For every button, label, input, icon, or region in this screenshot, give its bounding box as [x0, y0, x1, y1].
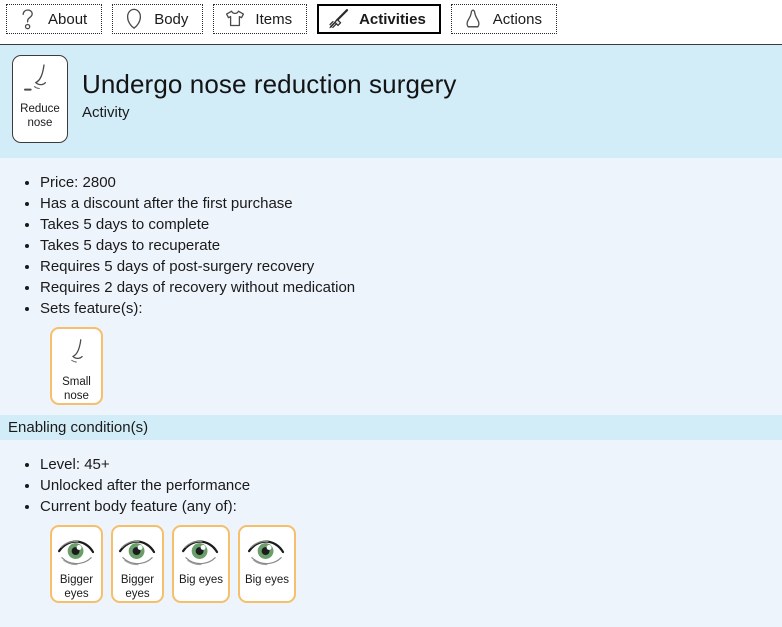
list-item: Unlocked after the performance — [40, 475, 782, 496]
feature-card-caption: Bigger eyes — [119, 573, 156, 601]
feature-card-caption: Big eyes — [243, 573, 291, 587]
entity-header: Reduce nose Undergo nose reduction surge… — [0, 45, 782, 158]
list-item: Has a discount after the first purchase — [40, 193, 782, 214]
nose-profile-icon — [58, 333, 96, 375]
caption-line-2: nose — [64, 390, 89, 402]
feature-card-caption: Bigger eyes — [58, 573, 95, 601]
list-item: Requires 5 days of post-surgery recovery — [40, 256, 782, 277]
entity-icon-card-caption: Reduce nose — [18, 103, 62, 130]
list-item: Level: 45+ — [40, 454, 782, 475]
nose-profile-icon — [20, 59, 60, 103]
tab-activities[interactable]: Activities — [317, 4, 441, 34]
list-item: Sets feature(s): — [40, 298, 782, 319]
tab-actions[interactable]: Actions — [450, 4, 557, 34]
question-mark-icon — [17, 7, 39, 31]
tab-items[interactable]: Items — [213, 4, 308, 34]
caption-line-2: eyes — [125, 588, 150, 600]
set-features-row: Small nose — [0, 319, 782, 405]
feature-card-bigger-eyes-2[interactable]: Bigger eyes — [111, 525, 164, 603]
body-features-row: Bigger eyes Bigger eyes Big eyes Big eye… — [0, 517, 782, 603]
details-section: Price: 2800 Has a discount after the fir… — [0, 158, 782, 415]
bell-jar-icon — [462, 7, 484, 31]
list-item: Current body feature (any of): — [40, 496, 782, 517]
head-outline-icon — [123, 7, 145, 31]
feature-card-bigger-eyes-1[interactable]: Bigger eyes — [50, 525, 103, 603]
tab-body-label: Body — [154, 10, 189, 28]
caption-line-1: Reduce — [20, 103, 60, 115]
list-item: Requires 2 days of recovery without medi… — [40, 277, 782, 298]
header-text-block: Undergo nose reduction surgery Activity — [82, 55, 456, 121]
syringe-icon — [328, 7, 350, 31]
tshirt-icon — [224, 7, 246, 31]
tab-activities-label: Activities — [359, 10, 426, 28]
tab-body[interactable]: Body — [112, 4, 204, 34]
caption-line-1: Small — [62, 376, 91, 388]
caption-line-1: Big eyes — [244, 574, 290, 586]
feature-card-big-eyes-2[interactable]: Big eyes — [238, 525, 296, 603]
tab-actions-label: Actions — [492, 10, 542, 28]
eye-icon — [56, 531, 98, 573]
tab-about[interactable]: About — [6, 4, 103, 34]
entity-icon-card[interactable]: Reduce nose — [12, 55, 68, 143]
eye-icon — [117, 531, 159, 573]
conditions-list: Level: 45+ Unlocked after the performanc… — [0, 440, 782, 517]
caption-line-1: Big eyes — [178, 574, 224, 586]
caption-line-1: Bigger — [59, 574, 94, 586]
eye-icon — [180, 531, 222, 573]
facts-list: Price: 2800 Has a discount after the fir… — [0, 158, 782, 319]
feature-card-caption: Small nose — [60, 375, 93, 403]
feature-card-caption: Big eyes — [177, 573, 225, 587]
feature-card-small-nose[interactable]: Small nose — [50, 327, 103, 405]
caption-line-1: Bigger — [120, 574, 155, 586]
enabling-conditions-section: Level: 45+ Unlocked after the performanc… — [0, 440, 782, 603]
eye-icon — [246, 531, 288, 573]
list-item: Takes 5 days to recuperate — [40, 235, 782, 256]
feature-card-big-eyes-1[interactable]: Big eyes — [172, 525, 230, 603]
tab-bar: About Body Items Activities Actions — [0, 0, 782, 45]
page-title: Undergo nose reduction surgery — [82, 69, 457, 99]
caption-line-2: eyes — [64, 588, 89, 600]
page-subtitle: Activity — [82, 104, 130, 121]
tab-about-label: About — [48, 10, 88, 28]
list-item: Price: 2800 — [40, 172, 782, 193]
list-item: Takes 5 days to complete — [40, 214, 782, 235]
tab-items-label: Items — [255, 10, 293, 28]
caption-line-2: nose — [27, 116, 53, 129]
section-title: Enabling condition(s) — [8, 419, 149, 436]
enabling-conditions-band: Enabling condition(s) — [0, 415, 782, 440]
